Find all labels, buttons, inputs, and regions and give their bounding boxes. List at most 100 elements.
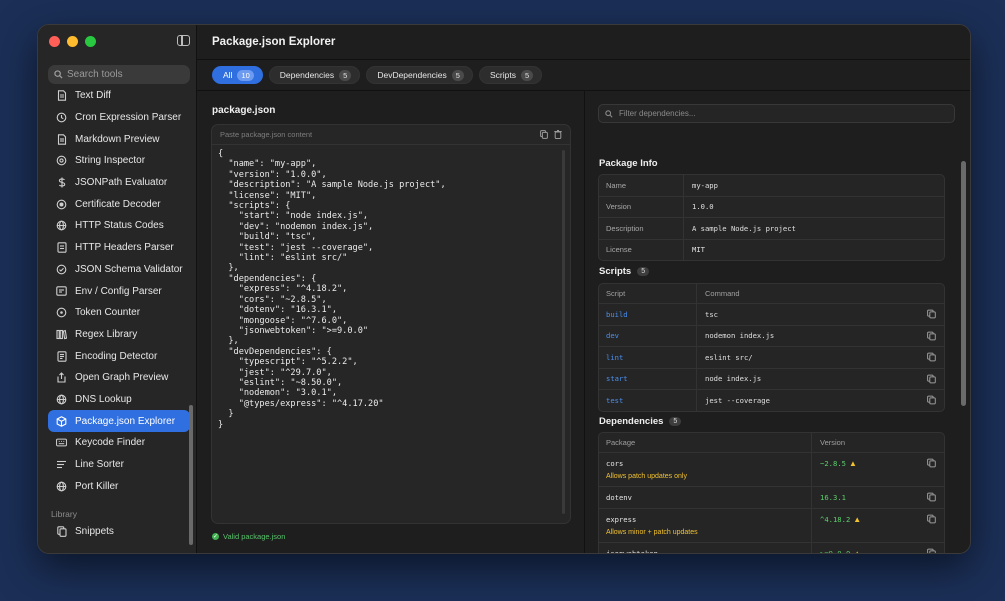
version-cell: ~2.8.5 ▲ <box>812 453 857 468</box>
window-controls <box>49 36 96 47</box>
copy-icon[interactable] <box>927 331 936 341</box>
dependency-name: cors <box>606 459 624 468</box>
copy-icon[interactable] <box>540 130 548 139</box>
dependency-cell: express Allows minor + patch updates <box>599 508 812 542</box>
panel-scrollbar[interactable] <box>961 161 966 406</box>
info-value: my-app <box>692 180 718 190</box>
sidebar-item-label: Line Sorter <box>75 459 124 471</box>
zoom-window-button[interactable] <box>85 36 96 47</box>
copy-icon[interactable] <box>927 352 936 362</box>
sidebar-item-label: Encoding Detector <box>75 350 158 362</box>
title-divider <box>197 59 970 60</box>
copy-icon[interactable] <box>927 514 936 523</box>
sidebar-item-keycode-finder[interactable]: Keycode Finder <box>48 432 190 454</box>
dependency-version: ~2.8.5 <box>820 459 846 468</box>
sidebar-item-label: JSON Schema Validator <box>75 263 183 275</box>
gear-icon <box>56 155 67 166</box>
scripts-table: Script Command build tsc dev nodemon index.js… <box>598 283 945 412</box>
package-info-row: Version 1.0.0 <box>599 196 944 218</box>
keyboard-icon <box>56 437 67 448</box>
app-window: Text Diff Cron Expression Parser Markdown … <box>37 24 971 554</box>
info-value: A sample Node.js project <box>692 223 796 233</box>
doc-icon <box>56 90 67 102</box>
circle-icon <box>56 307 67 318</box>
package-info-row: Name my-app <box>599 175 944 197</box>
dependencies-header-row: Package Version <box>599 433 944 453</box>
tool-list: Text Diff Cron Expression Parser Markdown … <box>48 85 190 497</box>
script-name-link[interactable]: build <box>599 304 697 325</box>
sidebar-item-dns-lookup[interactable]: DNS Lookup <box>48 389 190 411</box>
package-info-row: Description A sample Node.js project <box>599 218 944 240</box>
sidebar-item-snippets[interactable]: Snippets <box>48 521 190 543</box>
dependencies-title: Dependencies <box>599 416 664 427</box>
sidebar-item-label: Package.json Explorer <box>75 415 176 427</box>
tab-devdependencies[interactable]: DevDependencies 5 <box>366 66 473 84</box>
copy-icon[interactable] <box>927 548 936 553</box>
tab-count-badge: 5 <box>339 69 352 81</box>
script-name-link[interactable]: test <box>599 390 697 411</box>
sidebar-item-http-headers-parser[interactable]: HTTP Headers Parser <box>48 237 190 259</box>
dollar-icon <box>56 177 67 188</box>
sidebar-scrollbar[interactable] <box>189 405 193 545</box>
sidebar-item-open-graph-preview[interactable]: Open Graph Preview <box>48 367 190 389</box>
script-name-link[interactable]: dev <box>599 325 697 346</box>
sidebar-item-label: Token Counter <box>75 307 141 319</box>
sidebar-item-markdown-preview[interactable]: Markdown Preview <box>48 128 190 150</box>
sidebar-item-label: HTTP Headers Parser <box>75 242 174 254</box>
sidebar-search[interactable] <box>48 65 190 84</box>
sidebar-item-port-killer[interactable]: Port Killer <box>48 475 190 497</box>
tab-all[interactable]: All 10 <box>212 66 263 84</box>
sidebar-item-encoding-detector[interactable]: Encoding Detector <box>48 345 190 367</box>
filter-field[interactable] <box>598 104 955 123</box>
sidebar-toggle-icon[interactable] <box>177 35 190 46</box>
package-info-row: License MIT <box>599 239 944 260</box>
copy-icon[interactable] <box>927 395 936 405</box>
sidebar-item-jsonpath-evaluator[interactable]: JSONPath Evaluator <box>48 172 190 194</box>
sidebar-item-label: Keycode Finder <box>75 437 146 449</box>
code-content[interactable]: { "name": "my-app", "version": "1.0.0", … <box>218 149 446 430</box>
tab-dependencies[interactable]: Dependencies 5 <box>268 66 361 84</box>
minimize-window-button[interactable] <box>67 36 78 47</box>
copy-icon[interactable] <box>927 309 936 319</box>
sidebar-item-line-sorter[interactable]: Line Sorter <box>48 454 190 476</box>
copy-icon[interactable] <box>927 374 936 384</box>
sidebar-item-package-json-explorer[interactable]: Package.json Explorer <box>48 410 190 432</box>
filter-input[interactable] <box>619 109 919 118</box>
copy-icon[interactable] <box>927 458 936 468</box>
sidebar-item-string-inspector[interactable]: String Inspector <box>48 150 190 172</box>
editor-header: Paste package.json content <box>212 125 570 145</box>
sidebar-item-json-schema-validator[interactable]: JSON Schema Validator <box>48 259 190 281</box>
sidebar-item-token-counter[interactable]: Token Counter <box>48 302 190 324</box>
doc-search-icon <box>56 350 67 362</box>
trash-icon[interactable] <box>554 130 562 139</box>
sidebar-item-cron-expression-parser[interactable]: Cron Expression Parser <box>48 107 190 129</box>
json-editor[interactable]: Paste package.json content { "name": "my… <box>211 124 571 524</box>
dependency-cell: dotenv <box>599 487 812 508</box>
warning-icon: ▲ <box>853 548 862 554</box>
info-value: MIT <box>692 245 705 255</box>
search-input[interactable] <box>67 69 177 80</box>
copy-icon[interactable] <box>927 492 936 502</box>
script-name-link[interactable]: start <box>599 368 697 389</box>
editor-scrollbar[interactable] <box>562 150 565 514</box>
check-shield-icon <box>56 264 67 275</box>
filter-tabs: All 10 Dependencies 5 DevDependencies 5 Script… <box>212 66 543 84</box>
script-row: dev nodemon index.js <box>599 325 944 347</box>
sidebar-item-env-config-parser[interactable]: Env / Config Parser <box>48 280 190 302</box>
close-window-button[interactable] <box>49 36 60 47</box>
column-header: Command <box>705 289 740 298</box>
sidebar-item-text-diff[interactable]: Text Diff <box>48 85 190 107</box>
tab-count-badge: 5 <box>520 69 534 81</box>
script-name-link[interactable]: lint <box>599 347 697 368</box>
sidebar-item-http-status-codes[interactable]: HTTP Status Codes <box>48 215 190 237</box>
sidebar-item-certificate-decoder[interactable]: Certificate Decoder <box>48 193 190 215</box>
sidebar-item-label: HTTP Status Codes <box>75 220 164 232</box>
sidebar-item-label: Cron Expression Parser <box>75 112 182 124</box>
clock-icon <box>56 112 67 123</box>
script-row: build tsc <box>599 304 944 326</box>
info-key: Version <box>599 196 684 217</box>
tab-label: All <box>223 70 233 80</box>
sidebar-item-label: Snippets <box>75 526 114 538</box>
sidebar-item-regex-library[interactable]: Regex Library <box>48 324 190 346</box>
tab-scripts[interactable]: Scripts 5 <box>478 66 543 84</box>
